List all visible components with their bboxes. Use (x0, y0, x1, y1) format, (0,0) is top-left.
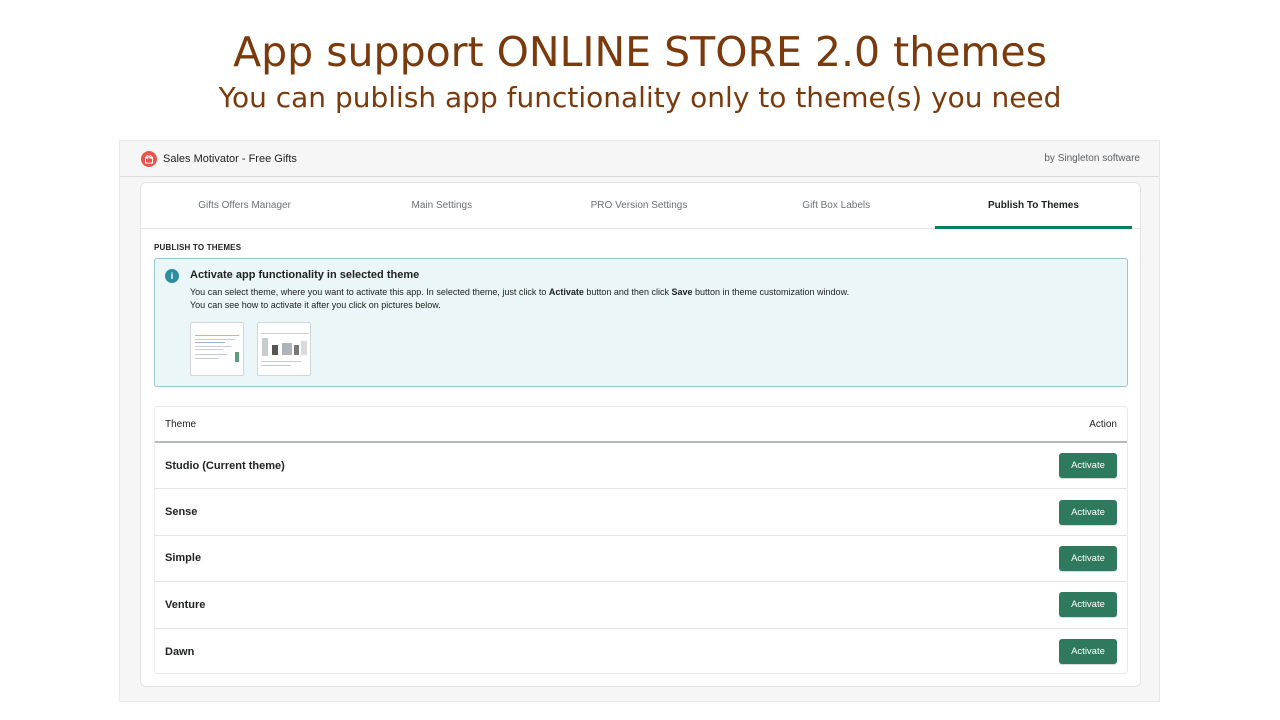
table-row: Venture Activate (155, 582, 1127, 629)
app-window: Sales Motivator - Free Gifts by Singleto… (119, 140, 1160, 702)
app-vendor: by Singleton software (1044, 153, 1140, 164)
app-title: Sales Motivator - Free Gifts (163, 152, 297, 165)
banner-text-part: button in theme customization window. (692, 287, 850, 297)
gift-icon (141, 150, 157, 167)
promo-subtitle: You can publish app functionality only t… (218, 81, 1062, 114)
banner-text-part: You can select theme, where you want to … (190, 287, 549, 297)
activate-button[interactable]: Activate (1059, 499, 1117, 525)
table-row: Dawn Activate (155, 629, 1127, 675)
theme-name: Simple (165, 552, 202, 565)
info-icon: i (165, 269, 179, 283)
promo-title: App support ONLINE STORE 2.0 themes (233, 28, 1047, 76)
info-banner: i Activate app functionality in selected… (154, 258, 1128, 387)
tab-publish-to-themes[interactable]: Publish To Themes (934, 183, 1133, 229)
banner-text-bold-activate: Activate (548, 287, 584, 297)
tab-gifts-offers-manager[interactable]: Gifts Offers Manager (146, 183, 343, 228)
table-row: Sense Activate (155, 489, 1127, 536)
theme-name: Venture (165, 598, 206, 611)
activate-button[interactable]: Activate (1059, 592, 1117, 618)
tab-pro-version-settings[interactable]: PRO Version Settings (540, 183, 737, 228)
activate-button[interactable]: Activate (1059, 545, 1117, 571)
theme-name: Dawn (165, 645, 195, 658)
table-header: Theme Action (155, 407, 1127, 443)
banner-text-line1: You can select theme, where you want to … (190, 287, 849, 297)
instruction-thumbnail-1[interactable] (190, 322, 244, 376)
themes-table: Theme Action Studio (Current theme) Acti… (154, 406, 1128, 674)
instruction-thumbnail-2[interactable] (257, 322, 311, 376)
tab-bar: Gifts Offers Manager Main Settings PRO V… (141, 183, 1140, 229)
activate-button[interactable]: Activate (1059, 639, 1117, 665)
banner-text-bold-save: Save (671, 287, 693, 297)
activate-button[interactable]: Activate (1059, 453, 1117, 479)
banner-text-line2: You can see how to activate it after you… (190, 300, 441, 310)
app-topbar: Sales Motivator - Free Gifts by Singleto… (120, 141, 1159, 177)
banner-text-part: button and then click (583, 287, 672, 297)
promo-headline: App support ONLINE STORE 2.0 themes You … (0, 26, 1280, 118)
tab-gift-box-labels[interactable]: Gift Box Labels (738, 183, 935, 228)
tab-main-settings[interactable]: Main Settings (343, 183, 540, 228)
theme-name: Sense (165, 506, 198, 519)
table-row: Studio (Current theme) Activate (155, 443, 1127, 490)
column-header-theme: Theme (165, 418, 197, 430)
theme-name: Studio (Current theme) (165, 459, 285, 472)
banner-title: Activate app functionality in selected t… (190, 269, 420, 281)
section-heading: PUBLISH TO THEMES (154, 243, 242, 252)
table-row: Simple Activate (155, 536, 1127, 583)
column-header-action: Action (1089, 418, 1117, 430)
settings-card: Gifts Offers Manager Main Settings PRO V… (140, 182, 1141, 687)
